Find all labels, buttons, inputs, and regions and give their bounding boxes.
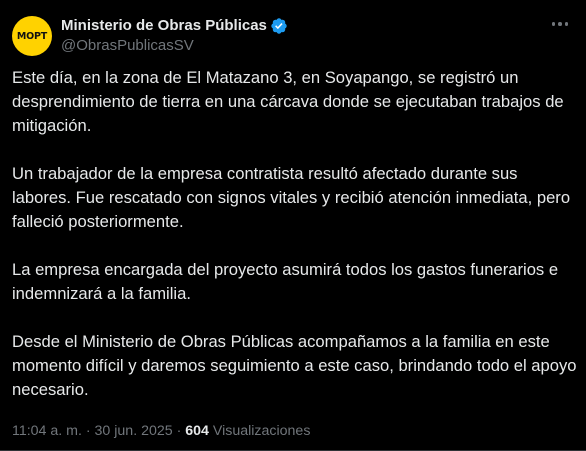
tweet-meta: 11:04 a. m. · 30 jun. 2025 · 604 Visuali… bbox=[12, 421, 310, 441]
more-options-icon[interactable] bbox=[548, 14, 572, 34]
author-display-name[interactable]: Ministerio de Obras Públicas bbox=[61, 16, 267, 36]
tweet-paragraph-2: Un trabajador de la empresa contratista … bbox=[12, 164, 571, 231]
more-dot-2 bbox=[558, 22, 562, 26]
views-count[interactable]: 604 bbox=[185, 423, 209, 439]
verified-badge-icon[interactable] bbox=[270, 17, 288, 35]
more-dot-3 bbox=[564, 22, 569, 26]
author-handle[interactable]: @ObrasPublicasSV bbox=[61, 36, 288, 56]
avatar[interactable]: MOPT bbox=[12, 16, 52, 56]
meta-separator: · bbox=[172, 423, 186, 439]
tweet-header: MOPT Ministerio de Obras Públicas @Obras… bbox=[12, 14, 288, 58]
tweet-time[interactable]: 11:04 a. m. bbox=[12, 423, 82, 439]
tweet-date[interactable]: 30 jun. 2025 bbox=[95, 423, 173, 439]
tweet-text: Este día, en la zona de El Matazano 3, e… bbox=[12, 66, 577, 402]
tweet-paragraph-3: La empresa encargada del proyecto asumir… bbox=[12, 260, 559, 303]
meta-separator: · bbox=[81, 423, 95, 439]
name-row: Ministerio de Obras Públicas bbox=[61, 16, 288, 36]
avatar-logo-text: MOPT bbox=[16, 30, 48, 42]
tweet-paragraph-4: Desde el Ministerio de Obras Públicas ac… bbox=[12, 332, 577, 399]
tweet-paragraph-1: Este día, en la zona de El Matazano 3, e… bbox=[12, 68, 564, 135]
more-dot-1 bbox=[551, 22, 556, 26]
views-label: Visualizaciones bbox=[208, 423, 311, 439]
tweet: MOPT Ministerio de Obras Públicas @Obras… bbox=[0, 0, 586, 451]
author-identity: Ministerio de Obras Públicas @ObrasPubli… bbox=[61, 16, 288, 56]
